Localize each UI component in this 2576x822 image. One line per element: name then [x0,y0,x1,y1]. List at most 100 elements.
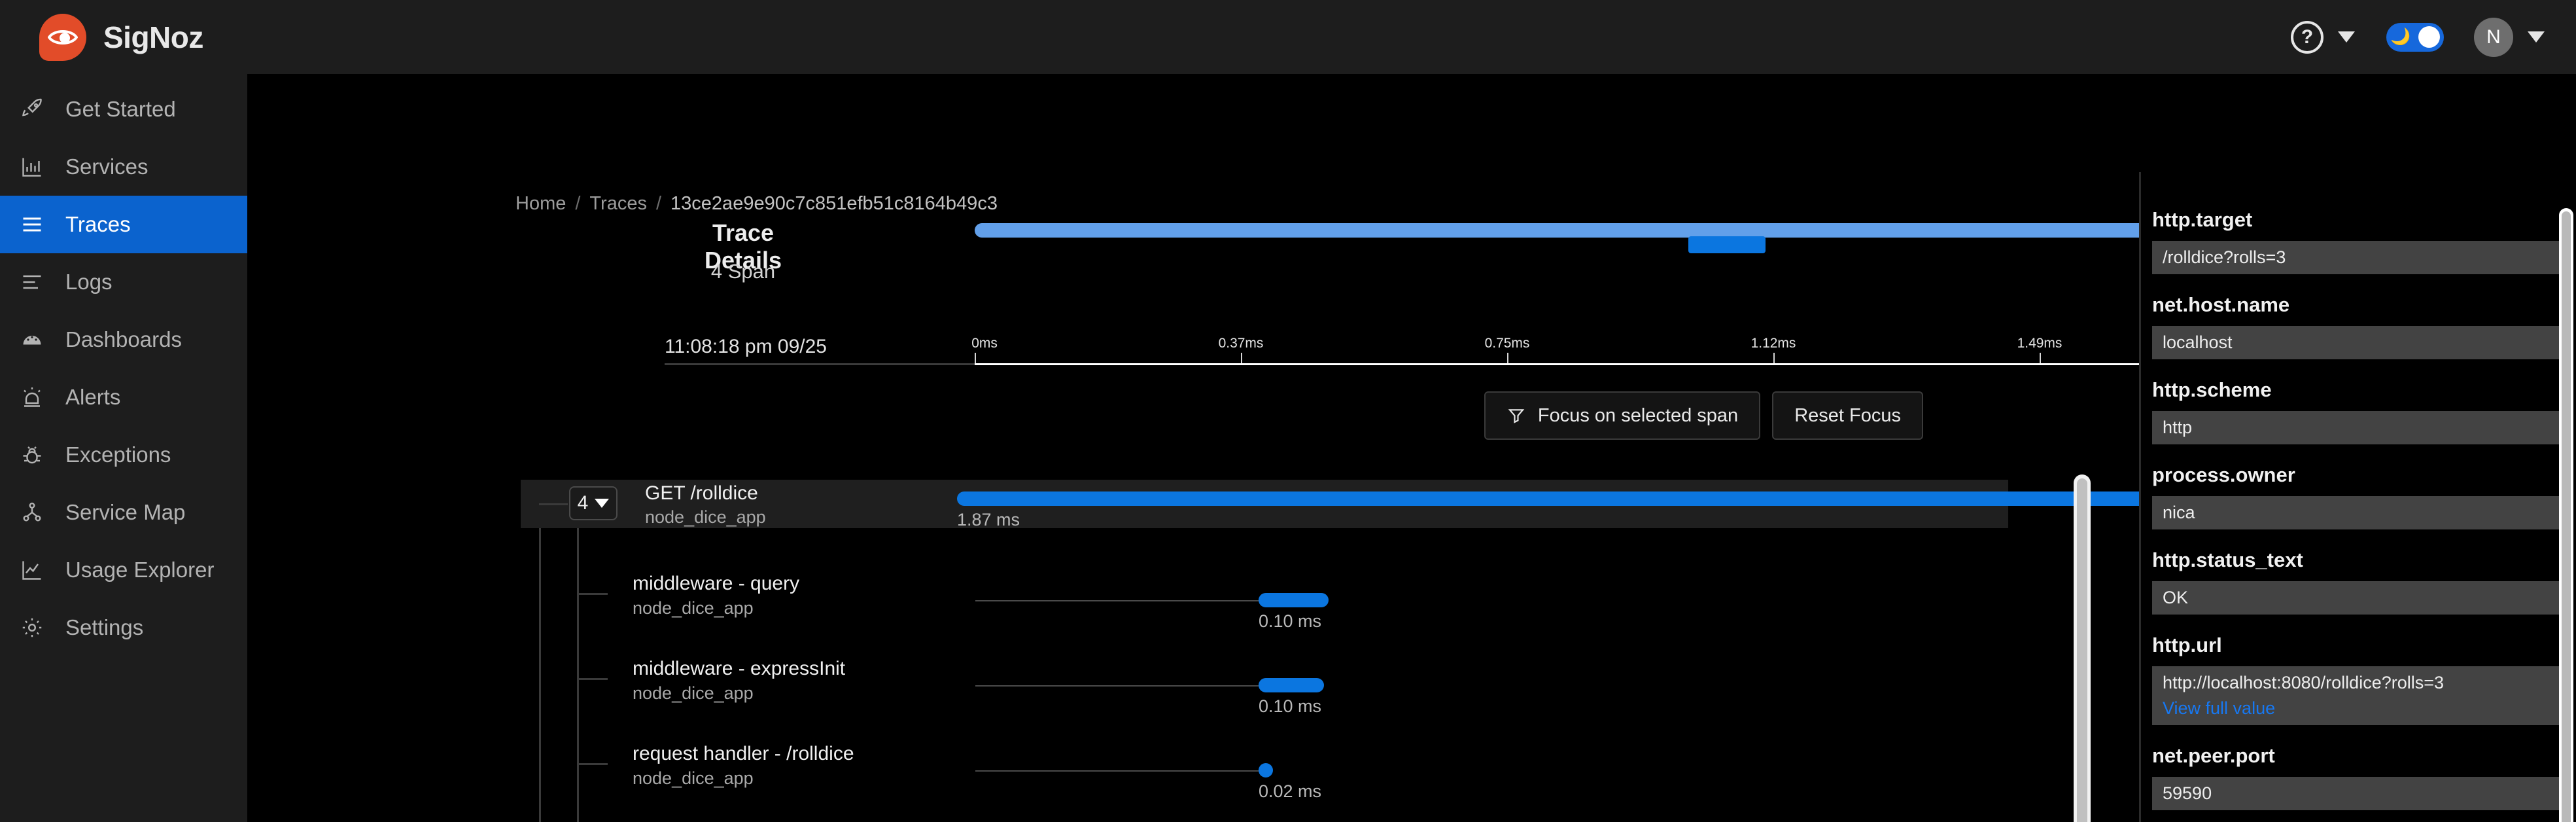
sidebar-item-services[interactable]: Services [0,138,247,196]
help-chevron-down-icon[interactable] [2338,31,2355,43]
table-row[interactable]: middleware - expressInit node_dice_app 0… [539,658,2008,716]
sidebar-item-label: Logs [65,270,113,294]
funnel-icon [1506,406,1526,425]
trace-minimap-selection[interactable] [1688,236,1766,253]
focus-on-selected-span-button[interactable]: Focus on selected span [1484,391,1761,440]
span-duration-bar[interactable] [1259,678,1324,692]
sidebar-item-label: Services [65,154,148,179]
attribute-value[interactable]: http://localhost:8080/rolldice?rolls=3 V… [2152,666,2569,725]
axis-tick-label: 1.12ms [1750,336,1796,351]
sidebar-item-service-map[interactable]: Service Map [0,484,247,541]
top-bar-actions: ? 🌙 N [2291,17,2576,57]
span-service: node_dice_app [633,598,754,618]
sidebar-item-traces[interactable]: Traces [0,196,247,253]
sidebar-item-settings[interactable]: Settings [0,599,247,656]
rocket-icon [18,96,46,123]
help-circle-icon[interactable]: ? [2291,20,2324,54]
span-duration-label: 0.10 ms [1259,696,1322,716]
axis-tick-label: 0ms [971,336,998,351]
span-service: node_dice_app [633,683,754,703]
avatar-chevron-down-icon[interactable] [2528,31,2545,43]
breadcrumb-trace-id: 13ce2ae9e90c7c851efb51c8164b49c3 [670,193,998,214]
sidebar-item-get-started[interactable]: Get Started [0,80,247,138]
axis-tick-mark [2040,353,2041,363]
axis-tick-mark [1241,353,1242,363]
sidebar-item-exceptions[interactable]: Exceptions [0,426,247,484]
logs-icon [18,268,46,296]
sidebar-item-label: Usage Explorer [65,558,215,582]
dark-mode-toggle[interactable]: 🌙 [2386,22,2444,52]
attribute-value[interactable]: localhost [2152,326,2569,359]
sidebar-item-label: Get Started [65,97,176,121]
attributes-scrollbar-thumb[interactable] [2562,211,2571,822]
attribute-value[interactable]: OK [2152,581,2569,615]
trace-detail-main: Home / Traces / 13ce2ae9e90c7c851efb51c8… [247,74,2311,822]
tree-connector [579,593,608,595]
sidebar-item-label: Settings [65,615,144,639]
span-name: request handler - /rolldice [633,743,854,764]
span-duration-label: 0.02 ms [1259,781,1322,801]
sidebar-item-usage-explorer[interactable]: Usage Explorer [0,541,247,599]
trace-start-time: 11:08:18 pm 09/25 [665,336,827,357]
axis-tick-mark [975,353,976,363]
avatar[interactable]: N [2474,17,2513,57]
span-waterfall: 4 GET /rolldice node_dice_app 1.87 ms mi… [521,480,2271,822]
breadcrumb-separator: / [655,193,662,214]
waterfall-scrollbar[interactable] [2074,474,2091,822]
attribute-key: net.host.name [2152,293,2290,316]
attribute-row: net.host.name localhost [2139,293,2576,359]
attribute-row: http.status_text OK [2139,548,2576,615]
axis-pre-line [665,363,975,365]
attribute-value[interactable]: nica [2152,496,2569,529]
span-duration-bar[interactable] [1259,593,1329,607]
span-collapse-badge[interactable]: 4 [569,486,618,520]
child-count: 4 [577,492,589,514]
breadcrumb-separator: / [575,193,581,214]
attribute-row: process.owner nica [2139,463,2576,529]
attribute-row: net.peer.port 59590 [2139,744,2576,810]
table-row[interactable]: request handler - /rolldice node_dice_ap… [539,743,2008,801]
span-service: node_dice_app [633,768,754,788]
attributes-scrollbar[interactable] [2559,208,2573,822]
waterfall-scrollbar-thumb[interactable] [2077,478,2087,822]
sidebar: Get Started Services Traces Logs Dashboa… [0,74,247,822]
attribute-value[interactable]: http [2152,411,2569,444]
signoz-eye-logo-icon [39,13,86,61]
sidebar-item-label: Dashboards [65,327,182,351]
span-count: 4 Span [710,260,776,283]
chevron-down-icon [595,499,610,508]
brand-logo[interactable]: SigNoz [0,13,203,61]
sidebar-item-label: Service Map [65,500,186,524]
gear-icon [18,614,46,641]
span-duration-bar[interactable] [1259,763,1273,777]
span-name: GET /rolldice [645,482,758,504]
sidebar-item-dashboards[interactable]: Dashboards [0,311,247,368]
span-duration-label: 0.10 ms [1259,611,1322,631]
attribute-row: http.url http://localhost:8080/rolldice?… [2139,634,2576,725]
breadcrumb-home[interactable]: Home [515,193,566,215]
attribute-value[interactable]: /rolldice?rolls=3 [2152,241,2569,274]
sidebar-item-alerts[interactable]: Alerts [0,368,247,426]
table-row[interactable]: 4 GET /rolldice node_dice_app 1.87 ms [521,480,2271,529]
table-row[interactable]: middleware - query node_dice_app 0.10 ms [539,573,2008,631]
reset-focus-button[interactable]: Reset Focus [1772,391,1923,440]
top-bar: SigNoz ? 🌙 N [0,0,2576,74]
sidebar-item-logs[interactable]: Logs [0,253,247,311]
attribute-key: http.status_text [2152,548,2303,571]
axis-tick-label: 0.75ms [1484,336,1530,351]
trace-minimap[interactable] [975,223,2306,238]
axis-tick-label: 1.49ms [2017,336,2063,351]
breadcrumb-traces[interactable]: Traces [589,193,647,215]
span-duration-label: 1.87 ms [957,510,1020,529]
menu-lines-icon [18,211,46,238]
span-attributes-panel: http.target /rolldice?rolls=3 net.host.n… [2139,74,2576,822]
timeline-axis: 0ms 0.37ms 0.75ms 1.12ms 1.49ms [665,336,2311,367]
bug-icon [18,441,46,469]
gauge-icon [18,326,46,353]
attribute-key: http.target [2152,208,2253,231]
attribute-value[interactable]: 59590 [2152,777,2569,810]
axis-tick-mark [1773,353,1775,363]
trace-toolbar: Focus on selected span Reset Focus [1484,391,1923,440]
view-full-value-link[interactable]: View full value [2163,698,2559,719]
sidebar-item-label: Exceptions [65,442,171,467]
